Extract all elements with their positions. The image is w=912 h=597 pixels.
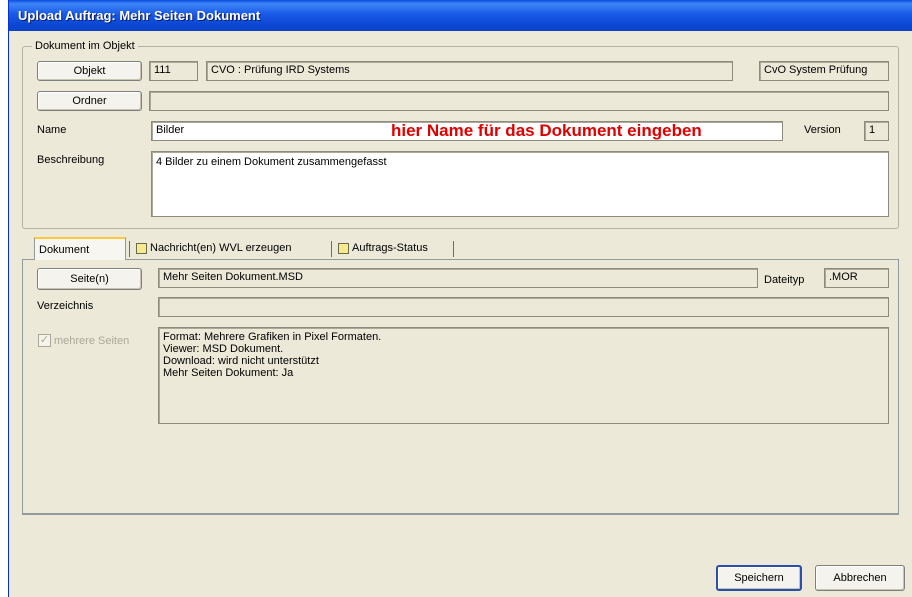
note-icon	[338, 242, 349, 254]
tab-dokument-label: Dokument	[39, 243, 90, 256]
upload-dialog: Upload Auftrag: Mehr Seiten Dokument Dok…	[8, 0, 912, 597]
objekt-id-field: 111	[149, 61, 198, 81]
group-legend: Dokument im Objekt	[32, 40, 138, 52]
name-hint-annotation: hier Name für das Dokument eingeben	[391, 121, 702, 140]
version-field: 1	[864, 121, 889, 141]
objekt-button[interactable]: Objekt	[37, 61, 142, 81]
name-label: Name	[37, 124, 67, 136]
verzeichnis-field	[158, 297, 889, 317]
verzeichnis-label: Verzeichnis	[37, 300, 94, 312]
info-line: Viewer: MSD Dokument.	[163, 343, 284, 355]
objekt-type-field: CvO System Prüfung	[759, 61, 889, 81]
objekt-name-field: CVO : Prüfung IRD Systems	[206, 61, 733, 81]
ordner-field	[149, 91, 889, 111]
divider	[22, 514, 899, 515]
seiten-button[interactable]: Seite(n)	[37, 268, 142, 290]
tab-auftrags-status-label: Auftrags-Status	[352, 242, 428, 254]
mehrere-seiten-checkbox[interactable]: ✓	[38, 334, 51, 347]
version-label: Version	[804, 124, 841, 136]
tab-nachrichten[interactable]: Nachricht(en) WVL erzeugen	[132, 237, 328, 259]
tab-separator	[129, 241, 130, 257]
beschreibung-textarea[interactable]: 4 Bilder zu einem Dokument zusammengefas…	[151, 151, 889, 217]
info-line: Format: Mehrere Grafiken in Pixel Format…	[163, 331, 382, 343]
note-icon	[136, 242, 147, 254]
mehrere-seiten-label: mehrere Seiten	[54, 335, 130, 347]
tab-dokument[interactable]: Dokument	[34, 237, 126, 260]
ordner-button[interactable]: Ordner	[37, 91, 142, 111]
cancel-button[interactable]: Abbrechen	[815, 565, 905, 591]
seiten-field: Mehr Seiten Dokument.MSD	[158, 268, 758, 288]
window-title: Upload Auftrag: Mehr Seiten Dokument	[9, 0, 912, 31]
beschreibung-label: Beschreibung	[37, 154, 105, 166]
info-box: Format: Mehrere Grafiken in Pixel Format…	[158, 327, 889, 424]
tab-nachrichten-label: Nachricht(en) WVL erzeugen	[150, 242, 292, 254]
dateityp-label: Dateityp	[764, 274, 805, 286]
tab-auftrags-status[interactable]: Auftrags-Status	[334, 237, 452, 259]
save-button[interactable]: Speichern	[716, 565, 802, 591]
dateityp-field: .MOR	[824, 268, 889, 288]
tab-separator	[331, 241, 332, 257]
info-line: Mehr Seiten Dokument: Ja	[163, 367, 294, 379]
info-line: Download: wird nicht unterstützt	[163, 355, 319, 367]
tab-separator	[453, 241, 454, 257]
